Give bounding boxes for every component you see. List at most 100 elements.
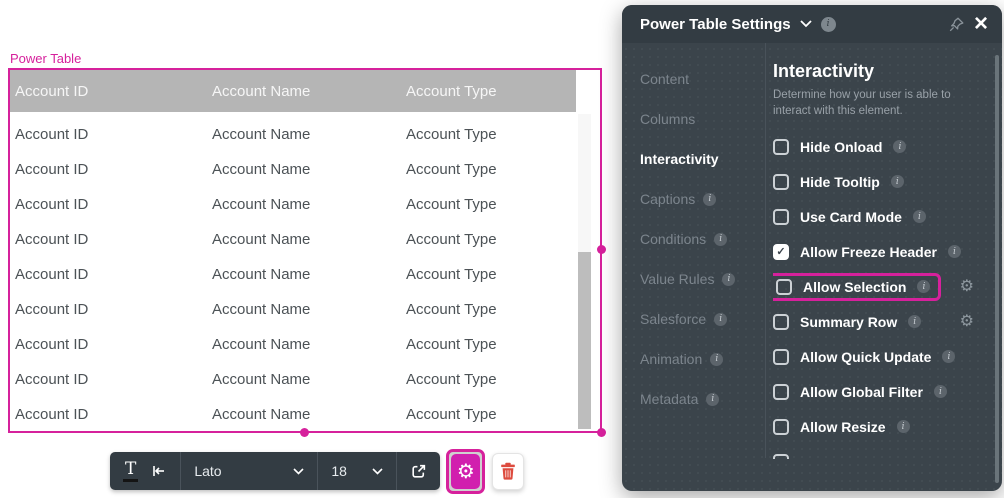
table-cell: Account Type bbox=[401, 266, 600, 283]
options-list: Hide Onload i Hide Tooltip i Use Card Mode i ✓… bbox=[773, 129, 988, 459]
toolbar-divider bbox=[317, 452, 318, 490]
option-main: Allow Quick Updatei bbox=[773, 349, 955, 365]
info-icon[interactable]: i bbox=[891, 175, 904, 188]
table-row[interactable]: Account IDAccount NameAccount Type bbox=[10, 222, 600, 257]
table-cell: Account ID bbox=[10, 336, 207, 353]
info-icon[interactable]: i bbox=[917, 280, 930, 293]
table-cell: Account Type bbox=[401, 231, 600, 248]
info-icon[interactable]: i bbox=[722, 273, 735, 286]
info-icon[interactable]: i bbox=[908, 315, 921, 328]
info-icon[interactable]: i bbox=[710, 353, 723, 366]
font-size-dropdown[interactable]: 18 bbox=[331, 463, 383, 479]
option-gear-icon[interactable]: ⚙ bbox=[960, 279, 974, 295]
table-cell: Account ID bbox=[10, 126, 207, 143]
checkbox[interactable] bbox=[773, 419, 789, 435]
trash-icon bbox=[500, 462, 516, 480]
info-icon[interactable]: i bbox=[913, 210, 926, 223]
checkbox[interactable] bbox=[773, 454, 789, 460]
pin-icon[interactable] bbox=[948, 16, 965, 33]
text-color-button[interactable]: T bbox=[123, 461, 138, 482]
settings-gear-button[interactable]: ⚙ bbox=[451, 454, 480, 489]
option-main: Summary Rowi bbox=[773, 314, 921, 330]
info-icon[interactable]: i bbox=[948, 245, 961, 258]
table-row[interactable]: Account IDAccount NameAccount Type bbox=[10, 257, 600, 292]
nav-item-label: Content bbox=[640, 71, 689, 87]
table-cell: Account ID bbox=[10, 371, 207, 388]
table-cell: Account Name bbox=[207, 161, 401, 178]
info-icon[interactable]: i bbox=[934, 385, 947, 398]
info-icon[interactable]: i bbox=[893, 140, 906, 153]
info-icon[interactable]: i bbox=[703, 193, 716, 206]
checkbox[interactable] bbox=[773, 349, 789, 365]
info-icon[interactable]: i bbox=[714, 313, 727, 326]
info-icon[interactable]: i bbox=[714, 233, 727, 246]
table-row[interactable]: Account IDAccount NameAccount Type bbox=[10, 362, 600, 397]
option-label: Hide Tooltip bbox=[800, 174, 880, 190]
option-label: Hide Onload bbox=[800, 139, 882, 155]
nav-item-label: Interactivity bbox=[640, 151, 719, 167]
nav-item-label: Conditions bbox=[640, 231, 706, 247]
table-header-cell[interactable]: Account Type bbox=[401, 83, 576, 100]
table-row[interactable]: Account IDAccount NameAccount Type bbox=[10, 152, 600, 187]
panel-info-icon[interactable]: i bbox=[821, 17, 836, 32]
table-header-cell[interactable]: Account Name bbox=[207, 83, 401, 100]
checkbox[interactable] bbox=[773, 314, 789, 330]
table-header-cell[interactable]: Account ID bbox=[10, 83, 207, 100]
font-size-value: 18 bbox=[331, 463, 347, 479]
info-icon[interactable]: i bbox=[706, 393, 719, 406]
table-row[interactable]: Account IDAccount NameAccount Type bbox=[10, 327, 600, 362]
panel-nav-item-captions[interactable]: Captionsi bbox=[640, 179, 761, 219]
panel-scrollbar[interactable] bbox=[995, 55, 999, 483]
info-icon[interactable]: i bbox=[897, 420, 910, 433]
nav-item-label: Value Rules bbox=[640, 271, 714, 287]
resize-handle-right[interactable] bbox=[597, 245, 606, 254]
power-table[interactable]: Account IDAccount NameAccount Type Accou… bbox=[8, 68, 602, 433]
panel-nav-item-metadata[interactable]: Metadatai bbox=[640, 379, 761, 419]
section-heading: Interactivity bbox=[773, 61, 988, 82]
table-cell: Account Type bbox=[401, 301, 600, 318]
table-cell: Account ID bbox=[10, 266, 207, 283]
open-external-icon[interactable] bbox=[410, 463, 427, 480]
table-cell: Account Name bbox=[207, 336, 401, 353]
option-row: Allow Selectioni⚙ bbox=[773, 269, 988, 304]
option-label: Use Card Mode bbox=[800, 209, 902, 225]
panel-title-chevron-icon[interactable] bbox=[800, 20, 812, 28]
table-body: Account IDAccount NameAccount TypeAccoun… bbox=[10, 112, 600, 432]
checkbox[interactable] bbox=[773, 174, 789, 190]
panel-body: ContentColumnsInteractivityCaptionsiCond… bbox=[622, 43, 1002, 491]
panel-nav-item-value-rules[interactable]: Value Rules i bbox=[640, 259, 761, 299]
panel-nav-item-content[interactable]: Content bbox=[640, 59, 761, 99]
panel-nav-item-columns[interactable]: Columns bbox=[640, 99, 761, 139]
info-icon[interactable]: i bbox=[942, 350, 955, 363]
table-cell: Account ID bbox=[10, 406, 207, 423]
checkbox[interactable] bbox=[776, 279, 792, 295]
table-row[interactable]: Account IDAccount NameAccount Type bbox=[10, 117, 600, 152]
section-description: Determine how your user is able to inter… bbox=[773, 88, 988, 119]
checkbox[interactable] bbox=[773, 139, 789, 155]
panel-nav-item-animation[interactable]: Animationi bbox=[640, 339, 761, 379]
resize-handle-corner[interactable] bbox=[597, 428, 606, 437]
delete-button[interactable] bbox=[492, 453, 524, 490]
resize-handle-bottom[interactable] bbox=[300, 428, 309, 437]
option-gear-icon[interactable]: ⚙ bbox=[960, 314, 974, 330]
settings-button-highlight: ⚙ bbox=[446, 449, 485, 494]
table-scrollbar[interactable] bbox=[578, 114, 591, 429]
table-cell: Account Name bbox=[207, 371, 401, 388]
align-left-icon[interactable] bbox=[151, 463, 167, 479]
option-row: Use Card Mode i bbox=[773, 199, 988, 234]
panel-nav-item-interactivity[interactable]: Interactivity bbox=[640, 139, 761, 179]
table-scrollbar-thumb[interactable] bbox=[578, 252, 591, 429]
checkbox[interactable]: ✓ bbox=[773, 244, 789, 260]
panel-nav-item-conditions[interactable]: Conditions i bbox=[640, 219, 761, 259]
table-header-row: Account IDAccount NameAccount Type bbox=[10, 70, 576, 112]
table-row[interactable]: Account IDAccount NameAccount Type bbox=[10, 292, 600, 327]
panel-nav-item-salesforce[interactable]: Salesforcei bbox=[640, 299, 761, 339]
checkbox[interactable] bbox=[773, 384, 789, 400]
table-row[interactable]: Account IDAccount NameAccount Type bbox=[10, 397, 600, 432]
panel-header: Power Table Settings i × bbox=[622, 5, 1002, 43]
font-family-dropdown[interactable]: Lato bbox=[194, 463, 304, 479]
checkbox[interactable] bbox=[773, 209, 789, 225]
close-icon[interactable]: × bbox=[974, 12, 988, 36]
table-row[interactable]: Account IDAccount NameAccount Type bbox=[10, 187, 600, 222]
option-label: Allow Freeze Header bbox=[800, 244, 937, 260]
